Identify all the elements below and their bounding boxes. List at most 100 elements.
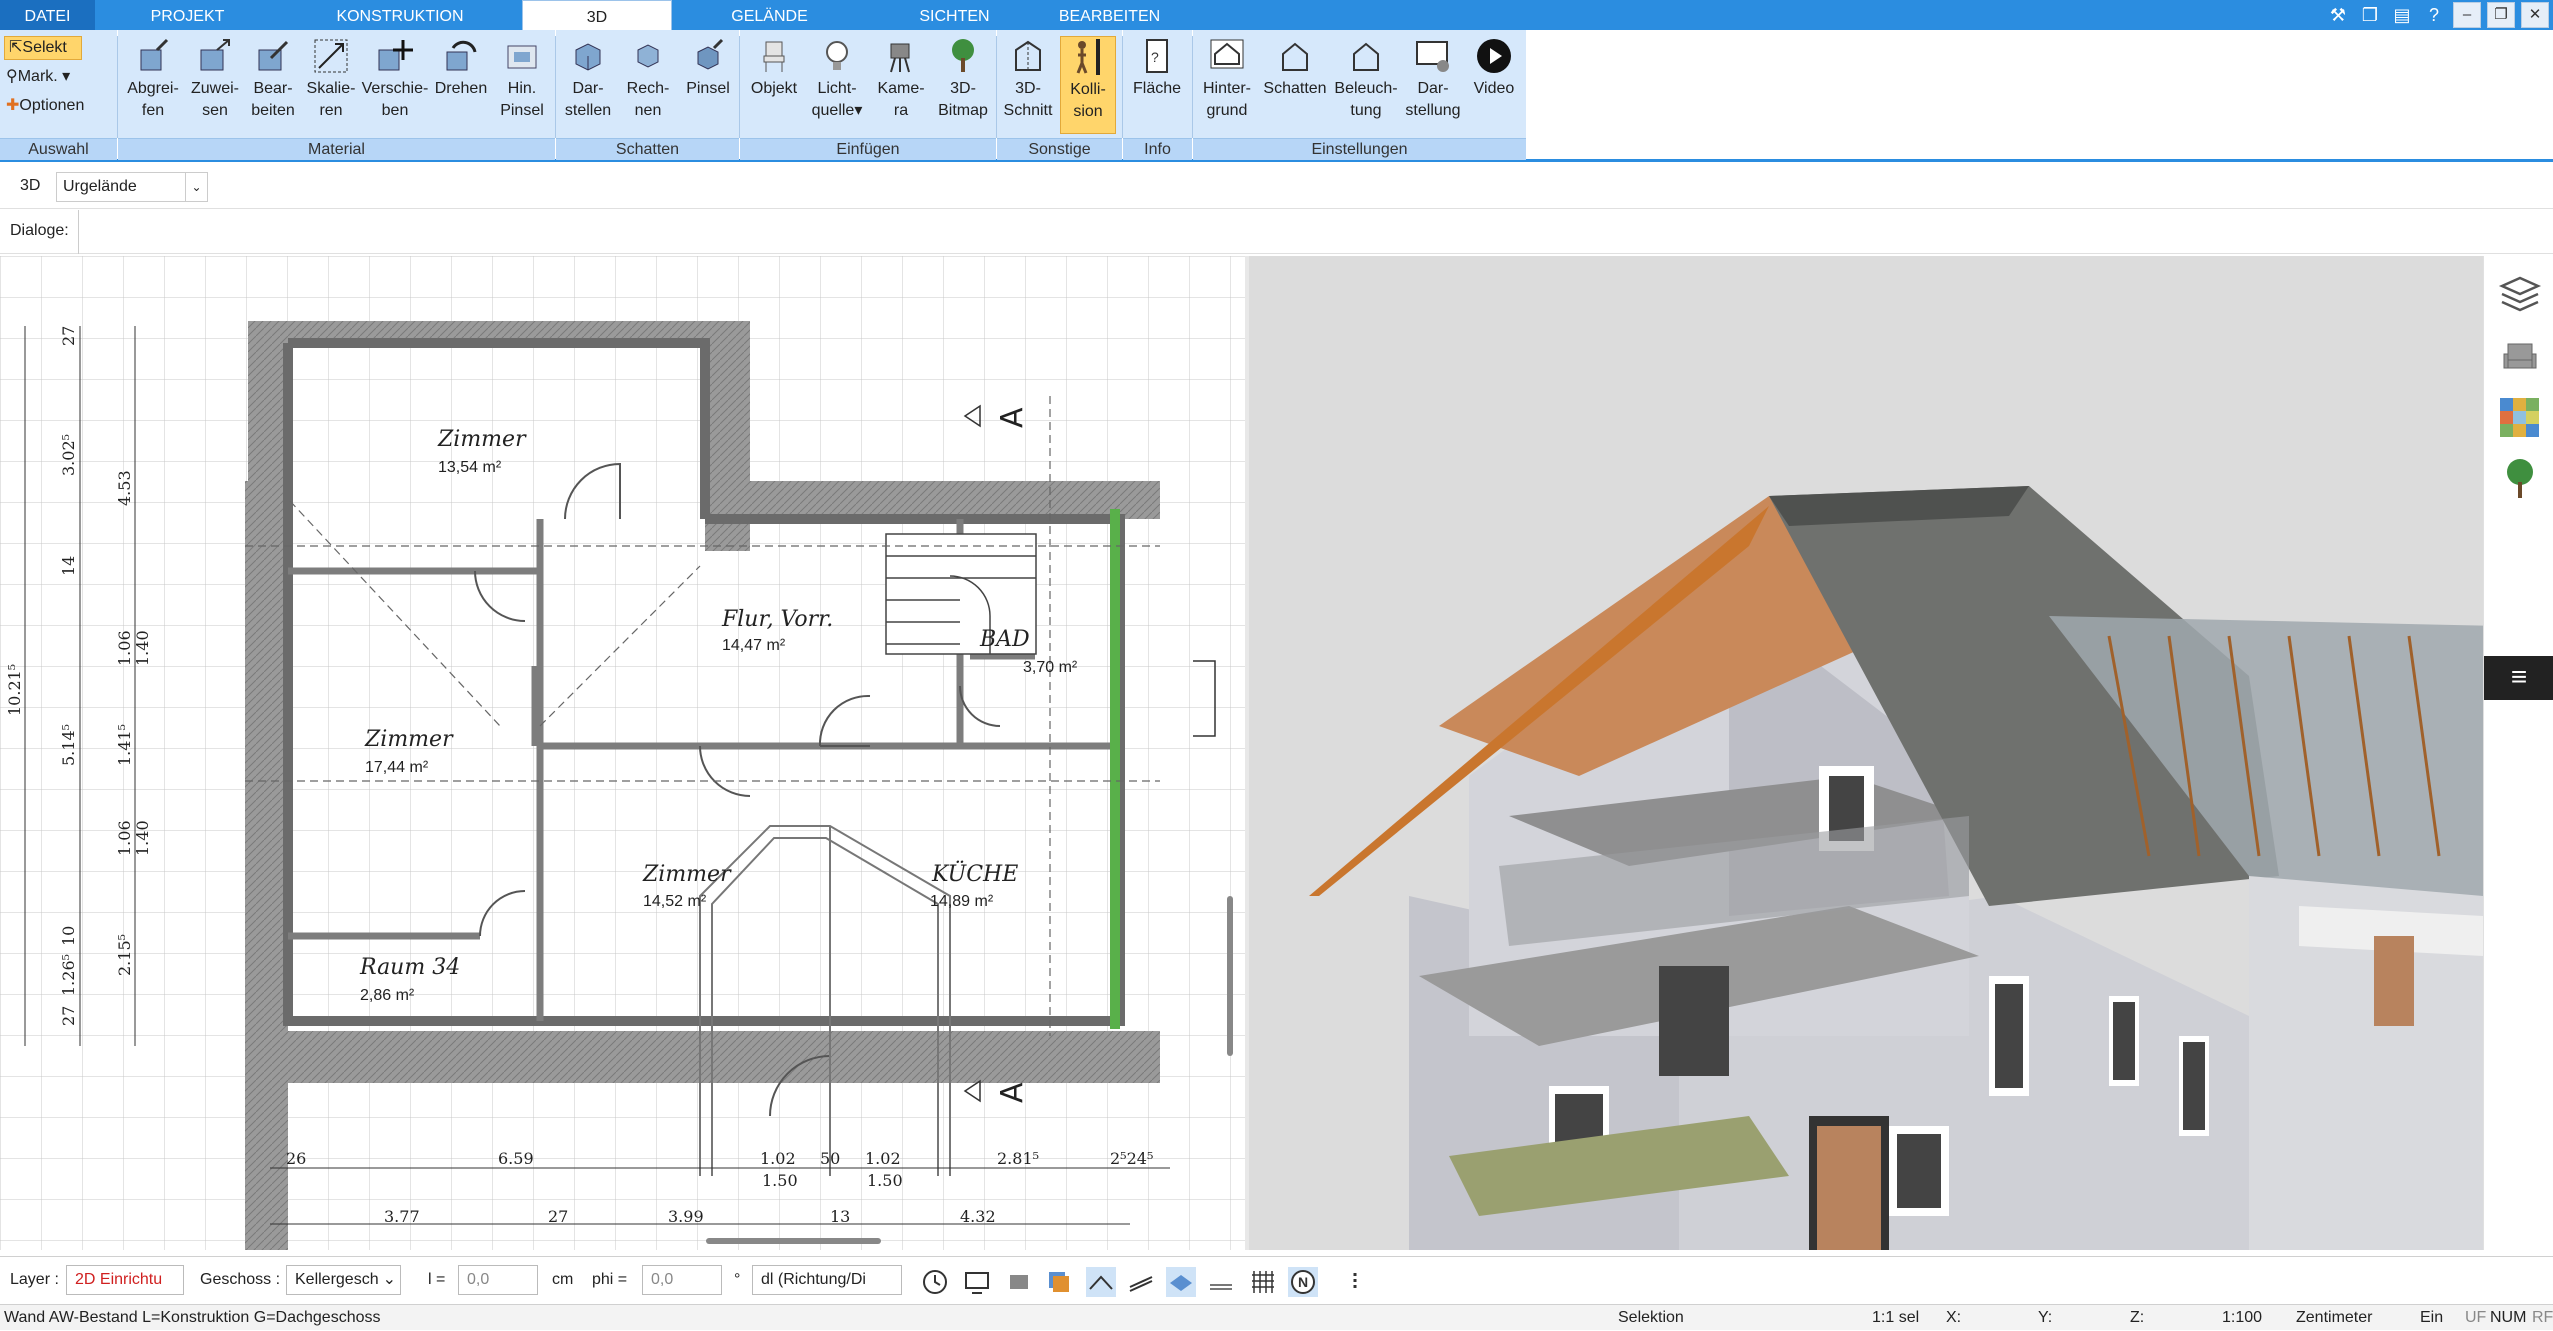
terrain-icon[interactable] [1206,1267,1236,1297]
group-info: ? Fläche Info [1123,30,1192,160]
paint-assign-icon [200,39,230,71]
group-label-sonstige: Sonstige [997,138,1122,160]
material-drehen-button[interactable]: Drehen [430,36,492,100]
tree-icon[interactable] [2498,456,2542,500]
armchair-icon[interactable] [2498,334,2542,378]
material-zuweisen-button[interactable]: Zuwei- sen [186,36,244,122]
chair-icon [763,41,785,72]
screen-icon[interactable] [962,1267,992,1297]
select-button[interactable]: ⇱Selekt [4,36,82,60]
north-icon[interactable]: N [1288,1267,1318,1297]
section-marker-bottom: A [995,1082,1030,1103]
group-sonstige: 3D- Schnitt Kolli- sion Sonstige [997,30,1122,160]
insert-objekt-button[interactable]: Objekt [744,36,804,100]
lightbulb-icon [826,41,848,70]
status-y: Y: [2038,1309,2053,1326]
room-name: Flur, Vorr. [721,607,833,632]
insert-kamera-button[interactable]: Kame- ra [870,36,932,122]
restore-button[interactable]: ❐ [2487,2,2515,28]
view-options-bar: 3D Urgelände ⌄ [0,165,2553,209]
dim-left: 1.06 [115,820,134,856]
layers-stack-icon[interactable] [1044,1267,1074,1297]
dim-bottom: 26 [286,1149,306,1168]
tab-sichten[interactable]: SICHTEN [867,0,1042,30]
rotate-icon [446,40,477,71]
window-controls: ⚒ ❐ ▤ ? – ❐ ✕ [2325,2,2549,28]
brush-icon [507,45,537,69]
layer-select[interactable]: 2D Einrichtu [66,1265,184,1295]
material-abgreifen-button[interactable]: Abgrei- fen [120,36,186,122]
clock-icon[interactable] [920,1267,950,1297]
tab-projekt[interactable]: PROJEKT [95,0,280,30]
shadow-darstellen-button[interactable]: Dar- stellen [558,36,618,122]
room-area: 13,54 m² [438,459,502,476]
room-name: Raum 34 [359,955,460,980]
phi-input[interactable]: 0,0 [642,1265,722,1295]
video-button[interactable]: Video [1465,36,1523,100]
material-verschieben-button[interactable]: Verschie- ben [360,36,430,122]
pencil-icon [258,40,289,71]
material-bearbeiten-button[interactable]: Bear- beiten [244,36,302,122]
3d-house-render[interactable] [1249,256,2483,1250]
dim-bottom: 3.99 [668,1207,704,1226]
tools-icon[interactable]: ⚒ [2325,2,2351,28]
background-house-icon [1210,39,1244,69]
dialogs-bar: Dialoge: [0,210,2553,254]
beleuchtung-button[interactable]: Beleuch- tung [1331,36,1401,122]
status-rf: RF [2532,1309,2553,1326]
monitor-settings-icon [1416,41,1449,72]
floor-plan-view[interactable]: A A Zimmer Flur, Vorr. BAD Zimmer Zimmer… [0,256,1245,1250]
hintergrund-button[interactable]: Hinter- grund [1195,36,1259,122]
material-palette-icon[interactable] [2498,396,2542,440]
darstellung-button[interactable]: Dar- stellung [1401,36,1465,122]
shadow-rechnen-button[interactable]: Rech- nen [618,36,678,122]
tab-konstruktion[interactable]: KONSTRUKTION [280,0,520,30]
dim-bottom: 2⁵24⁵ [1110,1149,1153,1168]
insert-lichtquelle-button[interactable]: Licht- quelle▾ [804,36,870,122]
einst-schatten-button[interactable]: Schatten [1259,36,1331,100]
room-name: KÜCHE [931,860,1018,887]
roof-icon[interactable] [1086,1267,1116,1297]
material-hin-pinsel-button[interactable]: Hin. Pinsel [492,36,552,122]
scale-icon [314,39,348,73]
room-name: BAD [979,627,1030,652]
plane-icon[interactable] [1166,1267,1196,1297]
direction-select[interactable]: dl (Richtung/Di [752,1265,902,1295]
hatch-icon[interactable] [1126,1267,1156,1297]
phi-unit: ° [734,1271,741,1288]
tab-datei[interactable]: DATEI [0,0,95,30]
window-tile-icon[interactable]: ▤ [2389,2,2415,28]
tab-gelaende[interactable]: GELÄNDE [672,0,867,30]
panel-toggle-button[interactable]: ≡ [2484,656,2553,700]
close-button[interactable]: ✕ [2521,2,2549,28]
kollision-button[interactable]: Kolli- sion [1060,36,1116,134]
terrain-select[interactable]: Urgelände ⌄ [56,172,208,202]
mark-icon: ⚲ [6,68,18,85]
help-icon[interactable]: ? [2421,2,2447,28]
section-marker-top: A [995,407,1030,428]
shadow-pinsel-button[interactable]: Pinsel [678,36,738,100]
more-vertical-icon[interactable] [1340,1267,1370,1297]
3d-schnitt-button[interactable]: 3D- Schnitt [999,36,1057,122]
status-message: Wand AW-Bestand L=Konstruktion G=Dachges… [4,1309,381,1326]
window-restore-icon[interactable]: ❐ [2357,2,2383,28]
3d-view[interactable] [1249,256,2483,1250]
length-input[interactable]: 0,0 [458,1265,538,1295]
grid-icon[interactable] [1248,1267,1278,1297]
furniture-icon[interactable] [1004,1267,1034,1297]
geschoss-select[interactable]: Kellergesch ⌄ [286,1265,401,1295]
flaeche-button[interactable]: ? Fläche [1127,36,1187,100]
tab-3d[interactable]: 3D [522,0,672,30]
layers-icon[interactable] [2498,270,2542,314]
floor-plan-canvas[interactable]: A A Zimmer Flur, Vorr. BAD Zimmer Zimmer… [0,256,1245,1250]
minimize-button[interactable]: – [2453,2,2481,28]
tab-bearbeiten[interactable]: BEARBEITEN [1042,0,1177,30]
status-scale: 1:100 [2222,1309,2263,1326]
tree-icon [952,39,974,72]
mark-button[interactable]: ⚲Mark. ▾ [6,65,70,89]
insert-3d-bitmap-button[interactable]: 3D- Bitmap [932,36,994,122]
options-button[interactable]: ✚Optionen [6,94,84,118]
room-area: 2,86 m² [360,987,415,1004]
material-skalieren-button[interactable]: Skalie- ren [302,36,360,122]
view-mode-label: 3D [20,177,41,194]
